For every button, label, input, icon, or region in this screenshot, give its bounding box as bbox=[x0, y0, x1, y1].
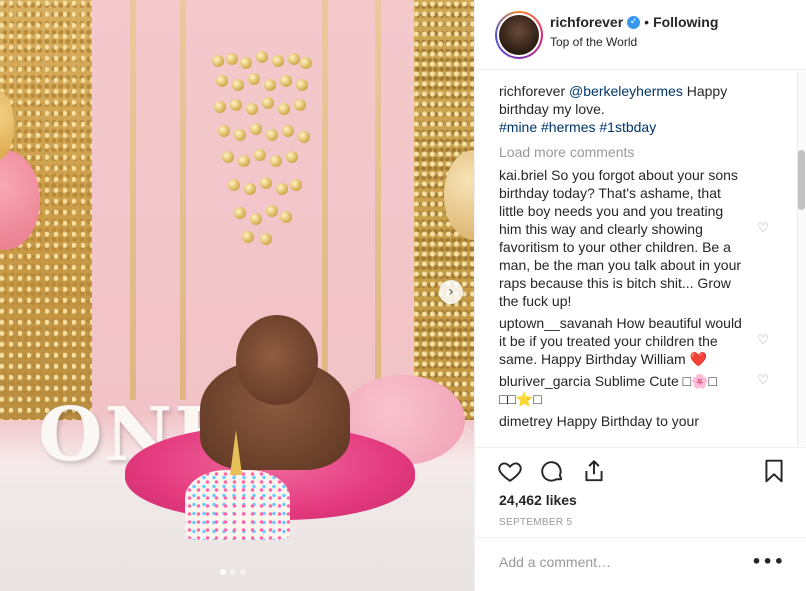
caption-mention[interactable]: @berkeleyhermes bbox=[569, 83, 683, 99]
share-icon[interactable] bbox=[581, 458, 607, 484]
following-button[interactable]: Following bbox=[653, 14, 718, 30]
gold-streamer bbox=[322, 0, 328, 400]
comment-item: uptown__savanah How beautiful would it b… bbox=[499, 314, 783, 368]
heart-icon[interactable]: ♡ bbox=[757, 220, 769, 238]
gold-streamer bbox=[130, 0, 136, 400]
comment-username[interactable]: bluriver_garcia bbox=[499, 373, 591, 389]
heart-icon[interactable] bbox=[497, 458, 523, 484]
scrollbar-thumb[interactable] bbox=[798, 150, 805, 210]
comment-username[interactable]: uptown__savanah bbox=[499, 315, 613, 331]
carousel-dot bbox=[240, 569, 246, 575]
likes-count[interactable]: 24,462 likes bbox=[499, 492, 577, 508]
post-actions: 24,462 likes SEPTEMBER 5 bbox=[475, 447, 806, 547]
comments-scrollbar[interactable] bbox=[797, 72, 806, 447]
comment-text: So you forgot about your sons birthday t… bbox=[499, 167, 742, 309]
comment-username[interactable]: kai.briel bbox=[499, 167, 547, 183]
verified-badge-icon: ✓ bbox=[627, 15, 641, 29]
post-side-panel: richforever ✓ • Following Top of the Wor… bbox=[474, 0, 806, 591]
add-comment-input[interactable] bbox=[499, 554, 749, 570]
load-more-comments-button[interactable]: Load more comments bbox=[499, 144, 783, 160]
comments-list: richforever @berkeleyhermes Happy birthd… bbox=[475, 72, 806, 447]
add-comment-bar: ••• bbox=[475, 537, 806, 591]
comment-item: dimetrey Happy Birthday to your bbox=[499, 412, 783, 430]
gold-streamer bbox=[180, 0, 186, 400]
caption: richforever @berkeleyhermes Happy birthd… bbox=[499, 82, 783, 136]
comment-bubble-icon[interactable] bbox=[539, 458, 565, 484]
location-link[interactable]: Top of the World bbox=[550, 35, 637, 49]
caption-hashtags[interactable]: #mine #hermes #1stbday bbox=[499, 119, 656, 135]
comment-username[interactable]: dimetrey bbox=[499, 413, 553, 429]
carousel-dots bbox=[220, 569, 246, 575]
carousel-dot bbox=[230, 569, 236, 575]
comment-item: bluriver_garcia Sublime Cute □🌸□ □□⭐□ ♡ bbox=[499, 372, 783, 408]
heart-icon[interactable]: ♡ bbox=[757, 332, 769, 350]
separator-dot: • bbox=[644, 14, 650, 30]
profile-picture bbox=[499, 15, 539, 55]
header-username[interactable]: richforever bbox=[550, 14, 623, 30]
caption-username[interactable]: richforever bbox=[499, 83, 565, 99]
carousel-dot-active bbox=[220, 569, 226, 575]
more-options-icon[interactable]: ••• bbox=[751, 552, 785, 571]
post-date[interactable]: SEPTEMBER 5 bbox=[499, 517, 572, 528]
bookmark-icon[interactable] bbox=[761, 458, 787, 484]
comment-text: Happy Birthday to your bbox=[556, 413, 699, 429]
cake-unicorn-horn bbox=[230, 430, 242, 475]
comment-item: kai.briel So you forgot about your sons … bbox=[499, 166, 783, 310]
post-photo[interactable]: ONE › bbox=[0, 0, 474, 591]
unicorn-cake bbox=[185, 470, 290, 540]
avatar[interactable] bbox=[495, 11, 543, 59]
gold-streamer bbox=[375, 0, 381, 400]
chevron-right-icon[interactable]: › bbox=[439, 280, 463, 304]
post-header: richforever ✓ • Following Top of the Wor… bbox=[475, 0, 806, 70]
heart-icon[interactable]: ♡ bbox=[757, 372, 769, 390]
baby-head bbox=[236, 315, 318, 405]
sequin-chandelier bbox=[212, 45, 312, 245]
